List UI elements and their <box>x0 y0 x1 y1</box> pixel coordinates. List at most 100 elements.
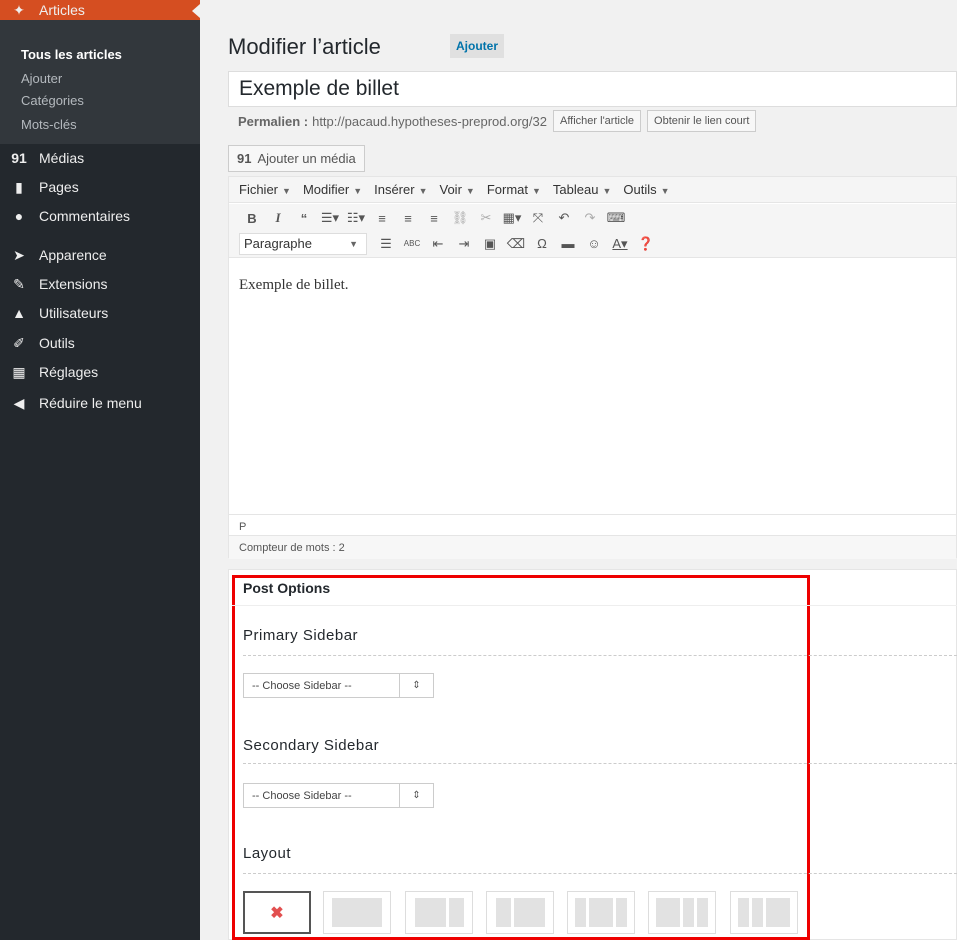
articles-submenu: Tous les articles Ajouter Catégories Mot… <box>0 20 200 144</box>
layout-option-both-sidebars[interactable] <box>567 891 635 934</box>
menu-pages-label: Pages <box>39 179 79 195</box>
menu-edit[interactable]: Modifier ▼ <box>303 182 362 197</box>
menu-pages[interactable]: ▮ Pages <box>0 177 200 197</box>
menu-tools[interactable]: Outils ▼ <box>623 182 669 197</box>
menu-tools[interactable]: ✐ Outils <box>0 333 200 353</box>
menu-plugins-label: Extensions <box>39 276 108 292</box>
italic-icon[interactable]: I <box>265 210 291 226</box>
menu-table[interactable]: Tableau ▼ <box>553 182 611 197</box>
menu-comments-label: Commentaires <box>39 208 131 224</box>
submenu-add[interactable]: Ajouter <box>21 71 62 86</box>
pushpin-icon: ✦ <box>13 1 25 18</box>
post-title-input[interactable] <box>228 71 957 107</box>
layout-option-right-sidebar[interactable] <box>405 891 473 934</box>
menu-media[interactable]: 91 Médias <box>0 148 200 168</box>
chevron-down-icon: ▼ <box>282 186 291 196</box>
indent-icon[interactable]: ⇥ <box>451 236 477 252</box>
undo-icon[interactable]: ↶ <box>551 210 577 226</box>
unlink-icon[interactable]: ✂ <box>473 210 499 226</box>
table-icon[interactable]: ▦▾ <box>499 210 525 226</box>
plugin-icon: ✎ <box>13 275 25 292</box>
pages-icon: ▮ <box>15 178 23 195</box>
clear-format-icon[interactable]: ⌫ <box>503 236 529 252</box>
strikethrough-icon[interactable]: ABC <box>399 239 425 248</box>
wrench-icon: ✐ <box>13 334 25 351</box>
layout-option-left-sidebar[interactable] <box>486 891 554 934</box>
settings-icon: ▦ <box>12 363 26 380</box>
layout-block <box>448 898 464 927</box>
admin-sidebar: ✦ Articles Tous les articles Ajouter Cat… <box>0 0 200 940</box>
divider <box>232 605 957 606</box>
chevron-down-icon: ▼ <box>660 186 670 196</box>
primary-sidebar-label: Primary Sidebar <box>243 627 359 644</box>
get-shortlink-button[interactable]: Obtenir le lien court <box>647 110 757 132</box>
bold-icon[interactable]: B <box>239 211 265 226</box>
help-icon[interactable]: ❓ <box>633 236 659 252</box>
layout-block <box>766 898 790 927</box>
align-left-icon[interactable]: ≡ <box>369 211 395 226</box>
blockquote-icon[interactable]: “ <box>291 211 317 226</box>
layout-block <box>752 898 763 927</box>
submenu-categories[interactable]: Catégories <box>21 93 84 108</box>
menu-format-label: Format <box>486 182 528 197</box>
align-right-icon[interactable]: ≡ <box>421 211 447 226</box>
outdent-icon[interactable]: ⇤ <box>425 236 451 252</box>
numbered-list-icon[interactable]: ☷▾ <box>343 210 369 226</box>
chevron-down-icon: ▼ <box>532 186 541 196</box>
menu-users-label: Utilisateurs <box>39 305 109 321</box>
link-icon[interactable]: ⛓ <box>447 210 473 226</box>
page-title: Modifier l’article <box>228 34 381 59</box>
text-color-icon[interactable]: A▾ <box>607 236 633 252</box>
menu-insert[interactable]: Insérer ▼ <box>374 182 427 197</box>
select-arrows-icon: ⇕ <box>399 674 433 697</box>
layout-option-two-right[interactable] <box>648 891 716 934</box>
layout-option-full[interactable] <box>323 891 391 934</box>
editor-content[interactable]: Exemple de billet. <box>239 277 349 294</box>
menu-file[interactable]: Fichier ▼ <box>239 182 291 197</box>
media-icon: 91 <box>237 151 252 166</box>
submenu-tags[interactable]: Mots-clés <box>21 117 77 132</box>
more-tag-icon[interactable]: ▬ <box>555 236 581 251</box>
paste-text-icon[interactable]: ▣ <box>477 236 503 252</box>
menu-file-label: Fichier <box>239 182 279 197</box>
view-post-button[interactable]: Afficher l'article <box>552 110 642 132</box>
divider <box>243 873 957 874</box>
menu-tools-label: Outils <box>39 335 75 351</box>
menu-appearance-label: Apparence <box>39 247 107 263</box>
media-icon: 91 <box>11 150 27 166</box>
chevron-down-icon: ▼ <box>349 238 358 249</box>
format-select-value: Paragraphe <box>244 236 312 251</box>
primary-sidebar-value: -- Choose Sidebar -- <box>252 679 352 692</box>
menu-insert-label: Insérer <box>374 182 415 197</box>
layout-label: Layout <box>243 845 292 862</box>
layout-option-none[interactable]: ✖ <box>243 891 311 934</box>
editor-toolbar-2: Paragraphe ▼ ☰ ABC ⇤ ⇥ ▣ ⌫ Ω ▬ ☺ A▾ ❓ <box>229 230 956 258</box>
primary-sidebar-select[interactable]: -- Choose Sidebar -- ⇕ <box>243 673 434 698</box>
permalink-url[interactable]: http://pacaud.hypotheses-preprod.org/32 <box>312 114 547 129</box>
collapse-menu[interactable]: ◀ Réduire le menu <box>0 393 200 413</box>
menu-comments[interactable]: ● Commentaires <box>0 206 200 226</box>
emoji-icon[interactable]: ☺ <box>581 236 607 251</box>
menu-plugins[interactable]: ✎ Extensions <box>0 274 200 294</box>
menu-edit-label: Modifier <box>302 182 350 197</box>
horizontal-rule-icon[interactable]: ☰ <box>373 236 399 252</box>
menu-view[interactable]: Voir ▼ <box>440 182 475 197</box>
menu-settings[interactable]: ▦ Réglages <box>0 362 200 382</box>
keyboard-icon[interactable]: ⌨ <box>603 210 629 226</box>
bullet-list-icon[interactable]: ☰▾ <box>317 210 343 226</box>
layout-block <box>616 898 627 927</box>
layout-option-two-left[interactable] <box>730 891 798 934</box>
add-media-button[interactable]: 91 Ajouter un média <box>228 145 365 172</box>
format-select[interactable]: Paragraphe ▼ <box>239 232 367 255</box>
fullscreen-icon[interactable]: ⤧ <box>525 210 551 226</box>
add-new-button[interactable]: Ajouter <box>450 34 504 58</box>
redo-icon[interactable]: ↷ <box>577 210 603 226</box>
omega-icon[interactable]: Ω <box>529 236 555 251</box>
align-center-icon[interactable]: ≡ <box>395 211 421 226</box>
menu-users[interactable]: ▲ Utilisateurs <box>0 303 200 323</box>
secondary-sidebar-select[interactable]: -- Choose Sidebar -- ⇕ <box>243 783 434 808</box>
menu-appearance[interactable]: ➤ Apparence <box>0 245 200 265</box>
submenu-all-articles[interactable]: Tous les articles <box>21 47 122 62</box>
menu-articles[interactable]: ✦ Articles <box>0 0 200 20</box>
menu-format[interactable]: Format ▼ <box>487 182 541 197</box>
